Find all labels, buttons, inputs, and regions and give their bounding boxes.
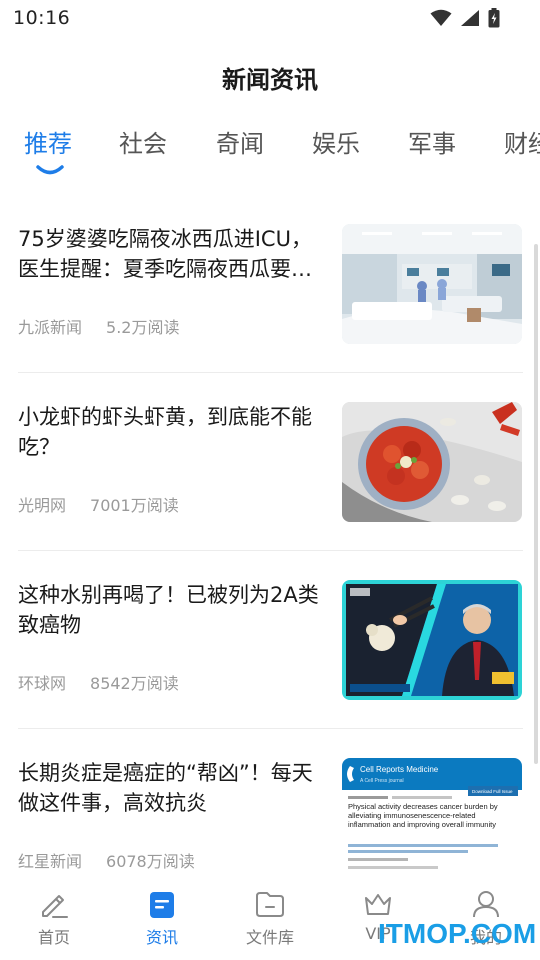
tab-military[interactable]: 军事 [408,124,456,159]
download-issue-label: Download Full Issue [472,789,513,794]
divider [18,728,523,729]
tab-oddities[interactable]: 奇闻 [216,124,264,159]
cellular-signal-icon [461,10,479,26]
news-meta: 环球网 8542万阅读 [18,670,179,694]
news-title[interactable]: 这种水别再喝了！已被列为2A类致癌物 [18,580,323,640]
news-views: 6078万阅读 [106,852,195,871]
journal-name: Cell Reports Medicine [360,765,439,774]
news-title[interactable]: 长期炎症是癌症的“帮凶”！每天做这件事，高效抗炎 [18,758,323,818]
news-source: 环球网 [18,674,67,693]
news-card[interactable]: 小龙虾的虾头虾黄，到底能不能吃？ 光明网 7001万阅读 [18,378,523,556]
nav-file-library[interactable]: 文件库 [216,878,324,960]
nav-label: 文件库 [245,928,294,947]
status-bar: 10:16 [0,0,540,40]
page-title: 新闻资讯 [222,66,318,94]
pencil-icon [42,895,68,918]
hospital-icu-photo[interactable] [342,224,522,344]
folder-icon [256,892,284,917]
news-screen: 10:16 新闻资讯 推荐 社会 奇闻 娱乐 军事 财经 [0,0,540,960]
news-meta: 九派新闻 5.2万阅读 [18,314,179,338]
tv-news-presenter-photo[interactable] [342,580,522,700]
tab-entertainment[interactable]: 娱乐 [312,124,360,159]
user-icon [473,891,499,918]
nav-home[interactable]: 首页 [0,878,108,960]
status-icons [430,8,500,28]
news-source: 九派新闻 [18,318,83,337]
news-card[interactable]: 这种水别再喝了！已被列为2A类致癌物 环球网 8542万阅读 [18,556,523,734]
tab-society[interactable]: 社会 [119,124,167,159]
news-source: 光明网 [18,496,67,515]
news-views: 7001万阅读 [90,496,179,515]
nav-news[interactable]: 资讯 [108,878,216,960]
news-source: 红星新闻 [18,852,83,871]
journal-publisher: A Cell Press journal [360,778,404,784]
site-watermark: ITMOP.COM [378,918,537,949]
news-meta: 光明网 7001万阅读 [18,492,179,516]
news-card[interactable]: 75岁婆婆吃隔夜冰西瓜进ICU，医生提醒：夏季吃隔夜西瓜要注意 九派新闻 5.2万… [18,200,523,378]
status-time: 10:16 [13,7,71,29]
tab-finance[interactable]: 财经 [504,124,540,159]
news-title[interactable]: 小龙虾的虾头虾黄，到底能不能吃？ [18,402,323,462]
news-title[interactable]: 75岁婆婆吃隔夜冰西瓜进ICU，医生提醒：夏季吃隔夜西瓜要注意 [18,224,323,284]
crown-icon [365,894,391,915]
crayfish-dish-photo[interactable] [342,402,522,522]
active-tab-indicator [36,165,64,175]
journal-article-screenshot[interactable]: Cell Reports Medicine A Cell Press journ… [342,758,522,878]
news-meta: 红星新闻 6078万阅读 [18,848,195,872]
document-icon [150,892,174,918]
divider [18,550,523,551]
wifi-icon [430,9,452,26]
tab-recommend[interactable]: 推荐 [24,124,72,159]
nav-label: 首页 [37,928,70,947]
nav-label: 资讯 [145,928,178,947]
news-views: 8542万阅读 [90,674,179,693]
feed-scrollbar[interactable] [534,244,538,764]
category-tabs: 推荐 社会 奇闻 娱乐 军事 财经 [0,118,540,178]
battery-charging-icon [488,8,500,28]
article-title-text: Physical activity decreases cancer burde… [348,802,498,829]
news-views: 5.2万阅读 [106,318,180,337]
divider [18,372,523,373]
